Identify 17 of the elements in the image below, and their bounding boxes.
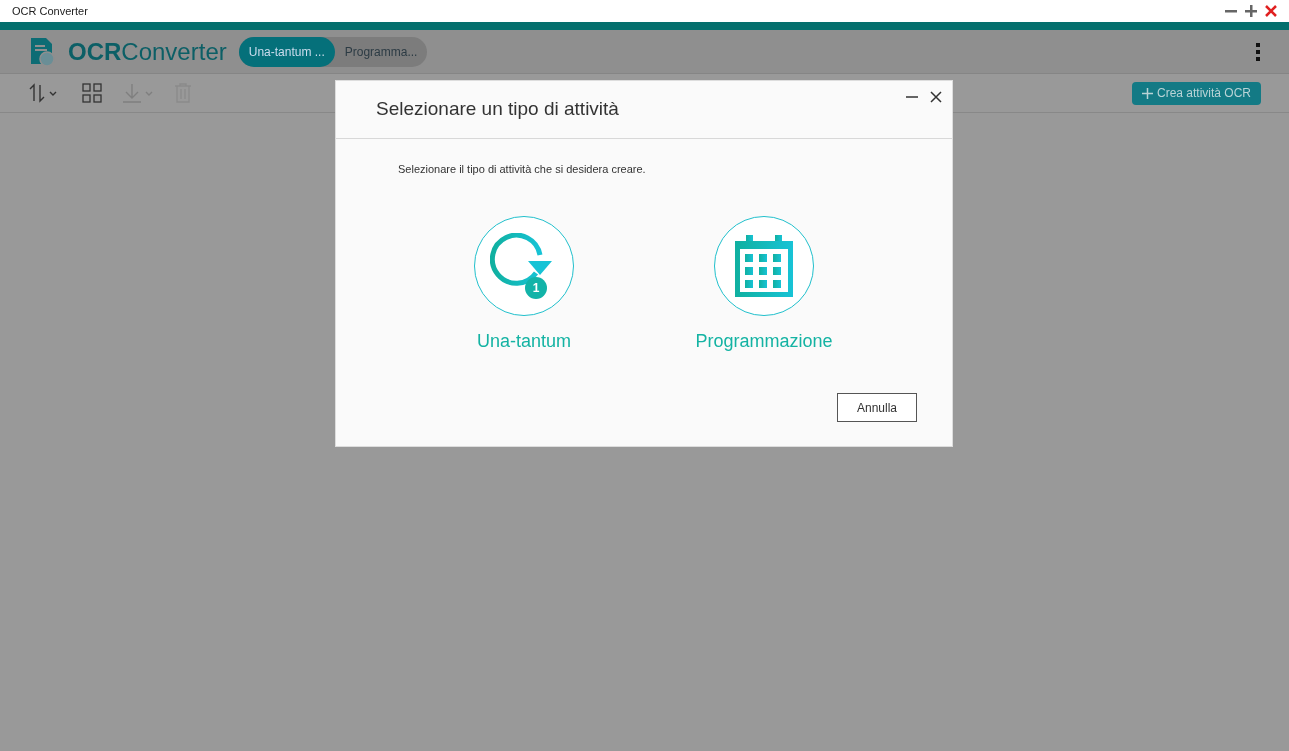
maximize-icon[interactable] — [1245, 5, 1257, 17]
window-title: OCR Converter — [12, 3, 88, 19]
grid-view-icon[interactable] — [82, 83, 102, 103]
app-title: Converter — [121, 36, 227, 67]
close-icon[interactable] — [930, 91, 942, 103]
plus-icon — [1141, 87, 1153, 99]
app-title-bold: OCR — [68, 36, 122, 67]
mode-tab[interactable]: Una-tantum ... — [238, 36, 335, 67]
cancel-button[interactable]: Annulla — [837, 393, 917, 422]
calendar-icon — [733, 234, 795, 297]
more-options-icon[interactable] — [1255, 41, 1261, 62]
task-type-option[interactable]: 1 Una-tantum — [444, 215, 604, 355]
dialog-title: Selezionare un tipo di attività — [376, 97, 619, 122]
task-type-option[interactable]: Programmazione — [684, 215, 844, 355]
dialog-message: Selezionare il tipo di attività che si desidera creare. — [398, 162, 647, 177]
mode-tab[interactable]: Programma... — [334, 36, 428, 67]
create-task-button[interactable]: Crea attività OCR — [1131, 81, 1261, 105]
